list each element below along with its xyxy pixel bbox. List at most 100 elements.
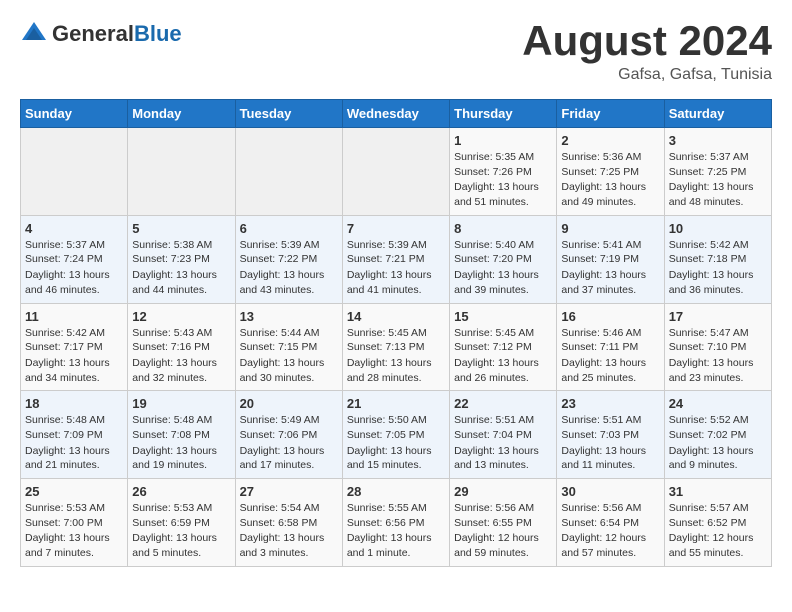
day-info: Sunset: 7:06 PM [240, 428, 338, 443]
calendar-cell: 17Sunrise: 5:47 AMSunset: 7:10 PMDayligh… [664, 303, 771, 391]
calendar-cell: 4Sunrise: 5:37 AMSunset: 7:24 PMDaylight… [21, 215, 128, 303]
day-number: 27 [240, 484, 338, 499]
day-info: Sunrise: 5:56 AM [561, 501, 659, 516]
day-info: Sunrise: 5:56 AM [454, 501, 552, 516]
day-number: 21 [347, 396, 445, 411]
calendar-cell: 25Sunrise: 5:53 AMSunset: 7:00 PMDayligh… [21, 479, 128, 567]
week-row-4: 18Sunrise: 5:48 AMSunset: 7:09 PMDayligh… [21, 391, 772, 479]
day-info: Sunrise: 5:48 AM [25, 413, 123, 428]
day-info: Daylight: 13 hours and 21 minutes. [25, 444, 123, 473]
day-number: 10 [669, 221, 767, 236]
day-info: Sunset: 7:19 PM [561, 252, 659, 267]
day-number: 18 [25, 396, 123, 411]
logo-general-text: General [52, 21, 134, 46]
day-info: Daylight: 13 hours and 43 minutes. [240, 268, 338, 297]
day-info: Daylight: 13 hours and 34 minutes. [25, 356, 123, 385]
day-info: Sunset: 7:09 PM [25, 428, 123, 443]
calendar-cell: 3 Sunrise: 5:37 AMSunset: 7:25 PMDaylight… [664, 128, 771, 216]
day-info: Sunrise: 5:36 AM [561, 150, 659, 165]
day-info: Sunrise: 5:51 AM [561, 413, 659, 428]
weekday-header-sunday: Sunday [21, 100, 128, 128]
day-info: Sunset: 7:26 PM [454, 165, 552, 180]
day-info: Sunset: 7:25 PM [561, 165, 659, 180]
day-number: 3 [669, 133, 767, 148]
calendar-cell: 13Sunrise: 5:44 AMSunset: 7:15 PMDayligh… [235, 303, 342, 391]
page-header: GeneralBlue August 2024 Gafsa, Gafsa, Tu… [20, 20, 772, 84]
day-info: Daylight: 13 hours and 9 minutes. [669, 444, 767, 473]
day-number: 1 [454, 133, 552, 148]
logo-blue-text: Blue [134, 21, 182, 46]
day-info: Sunrise: 5:52 AM [669, 413, 767, 428]
logo-icon [20, 20, 48, 48]
day-number: 23 [561, 396, 659, 411]
calendar-cell [21, 128, 128, 216]
calendar-cell: 14 Sunrise: 5:45 AMSunset: 7:13 PMDayligh… [342, 303, 449, 391]
day-info: Sunset: 6:56 PM [347, 516, 445, 531]
day-number: 26 [132, 484, 230, 499]
day-info: Sunset: 7:13 PM [347, 340, 445, 355]
day-info: Sunrise: 5:55 AM [347, 501, 445, 516]
day-info: Daylight: 13 hours and 48 minutes. [669, 180, 767, 209]
day-number: 17 [669, 309, 767, 324]
day-number: 25 [25, 484, 123, 499]
calendar-cell: 31Sunrise: 5:57 AMSunset: 6:52 PMDayligh… [664, 479, 771, 567]
day-info: Sunrise: 5:42 AM [669, 238, 767, 253]
day-info: Sunset: 7:05 PM [347, 428, 445, 443]
day-info: Sunset: 7:11 PM [561, 340, 659, 355]
calendar-cell: 24 Sunrise: 5:52 AMSunset: 7:02 PMDayligh… [664, 391, 771, 479]
day-info: Daylight: 13 hours and 44 minutes. [132, 268, 230, 297]
day-number: 22 [454, 396, 552, 411]
day-number: 29 [454, 484, 552, 499]
day-info: Sunrise: 5:43 AM [132, 326, 230, 341]
day-info: Daylight: 13 hours and 5 minutes. [132, 531, 230, 560]
calendar-cell [128, 128, 235, 216]
day-info: Daylight: 13 hours and 15 minutes. [347, 444, 445, 473]
day-info: Sunrise: 5:46 AM [561, 326, 659, 341]
day-info: Sunset: 7:08 PM [132, 428, 230, 443]
day-info: Sunset: 7:23 PM [132, 252, 230, 267]
day-info: Sunrise: 5:53 AM [132, 501, 230, 516]
weekday-header-friday: Friday [557, 100, 664, 128]
day-info: Sunset: 7:12 PM [454, 340, 552, 355]
day-info: Sunset: 7:15 PM [240, 340, 338, 355]
month-year-title: August 2024 [522, 20, 772, 62]
calendar-cell: 5Sunrise: 5:38 AMSunset: 7:23 PMDaylight… [128, 215, 235, 303]
week-row-5: 25Sunrise: 5:53 AMSunset: 7:00 PMDayligh… [21, 479, 772, 567]
day-info: Sunrise: 5:40 AM [454, 238, 552, 253]
day-info: Sunset: 7:25 PM [669, 165, 767, 180]
day-info: Sunset: 6:58 PM [240, 516, 338, 531]
day-info: Daylight: 13 hours and 28 minutes. [347, 356, 445, 385]
day-info: Daylight: 13 hours and 39 minutes. [454, 268, 552, 297]
day-info: Sunrise: 5:45 AM [454, 326, 552, 341]
calendar-cell: 12Sunrise: 5:43 AMSunset: 7:16 PMDayligh… [128, 303, 235, 391]
day-info: Daylight: 13 hours and 3 minutes. [240, 531, 338, 560]
day-info: Sunrise: 5:50 AM [347, 413, 445, 428]
week-row-1: 1Sunrise: 5:35 AMSunset: 7:26 PMDaylight… [21, 128, 772, 216]
day-info: Sunrise: 5:38 AM [132, 238, 230, 253]
day-info: Daylight: 13 hours and 13 minutes. [454, 444, 552, 473]
day-info: Sunrise: 5:49 AM [240, 413, 338, 428]
day-number: 30 [561, 484, 659, 499]
day-info: Daylight: 12 hours and 57 minutes. [561, 531, 659, 560]
day-number: 28 [347, 484, 445, 499]
day-number: 15 [454, 309, 552, 324]
day-number: 14 [347, 309, 445, 324]
day-info: Daylight: 13 hours and 25 minutes. [561, 356, 659, 385]
week-row-3: 11Sunrise: 5:42 AMSunset: 7:17 PMDayligh… [21, 303, 772, 391]
day-info: Sunrise: 5:37 AM [669, 150, 767, 165]
day-number: 4 [25, 221, 123, 236]
day-number: 24 [669, 396, 767, 411]
calendar-cell: 27Sunrise: 5:54 AMSunset: 6:58 PMDayligh… [235, 479, 342, 567]
weekday-header-wednesday: Wednesday [342, 100, 449, 128]
calendar-cell [235, 128, 342, 216]
weekday-header-tuesday: Tuesday [235, 100, 342, 128]
day-info: Sunset: 7:00 PM [25, 516, 123, 531]
day-number: 19 [132, 396, 230, 411]
day-info: Sunrise: 5:45 AM [347, 326, 445, 341]
day-info: Daylight: 13 hours and 32 minutes. [132, 356, 230, 385]
day-info: Daylight: 13 hours and 46 minutes. [25, 268, 123, 297]
day-info: Sunrise: 5:53 AM [25, 501, 123, 516]
day-number: 31 [669, 484, 767, 499]
day-info: Daylight: 13 hours and 37 minutes. [561, 268, 659, 297]
day-info: Sunset: 7:02 PM [669, 428, 767, 443]
